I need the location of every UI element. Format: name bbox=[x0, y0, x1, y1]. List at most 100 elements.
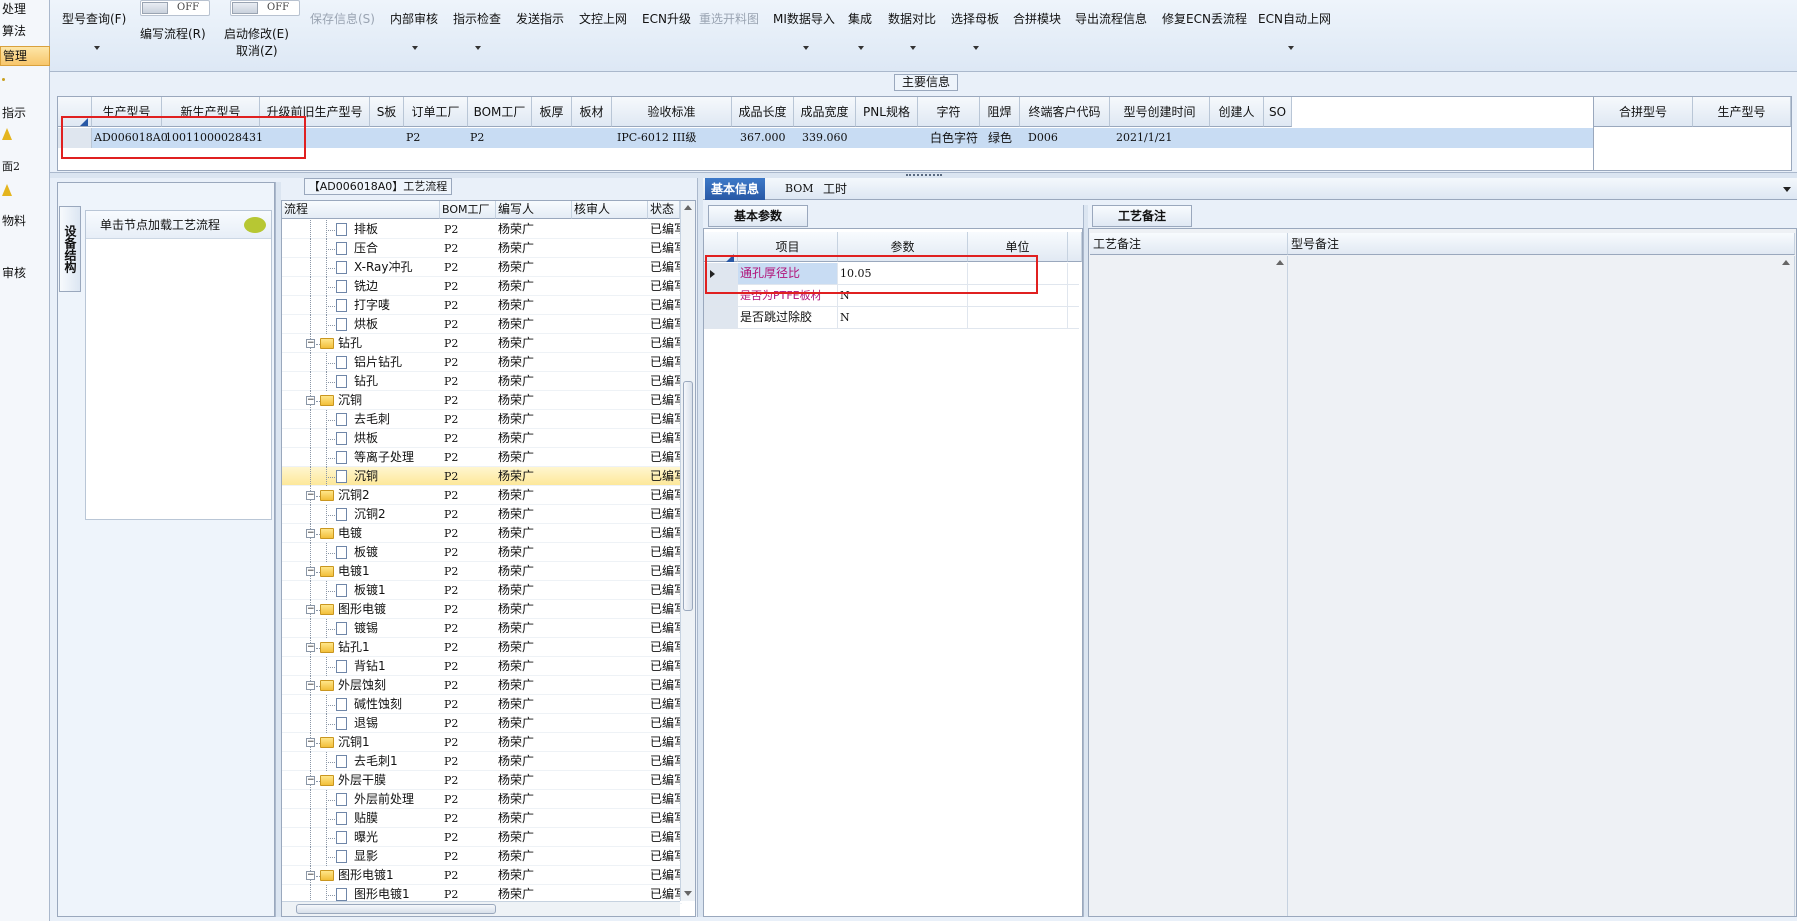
tree-row[interactable]: − 图形电镀1 P2 杨荣广 已编写 bbox=[282, 866, 682, 885]
structure-tab[interactable]: 设备结构 bbox=[59, 206, 81, 292]
column-header-bom-factory[interactable]: BOM工厂 bbox=[440, 201, 496, 219]
new-prod-model-cell[interactable]: 10011000028431 bbox=[165, 128, 263, 148]
collapse-icon[interactable]: − bbox=[306, 396, 315, 405]
column-header[interactable]: 创建人 bbox=[1210, 97, 1264, 127]
tree-row[interactable]: 烘板 P2 杨荣广 已编写 bbox=[282, 429, 682, 448]
table-row[interactable]: 通孔厚径比 10.05 bbox=[704, 263, 1079, 285]
column-header[interactable]: 板材 bbox=[572, 97, 612, 127]
column-header[interactable]: 板厚 bbox=[532, 97, 572, 127]
nav-item-review[interactable]: 审核 bbox=[0, 264, 50, 282]
acceptance-cell[interactable]: IPC-6012 III级 bbox=[617, 128, 696, 148]
column-header-item[interactable]: 项目 bbox=[738, 232, 838, 262]
integrate-button[interactable]: 集成 bbox=[848, 10, 872, 27]
tree-row[interactable]: 外层前处理 P2 杨荣广 已编写 bbox=[282, 790, 682, 809]
column-header[interactable]: 生产型号 bbox=[92, 97, 162, 127]
column-header[interactable]: 阻焊 bbox=[980, 97, 1020, 127]
mi-data-import-button[interactable]: MI数据导入 bbox=[773, 10, 835, 27]
chevron-down-icon[interactable] bbox=[94, 46, 100, 50]
tree-row[interactable]: 钻孔 P2 杨荣广 已编写 bbox=[282, 372, 682, 391]
fix-ecn-lost-flow-button[interactable]: 修复ECN丢流程 bbox=[1162, 10, 1247, 27]
tree-row[interactable]: 显影 P2 杨荣广 已编写 bbox=[282, 847, 682, 866]
collapse-icon[interactable]: − bbox=[306, 567, 315, 576]
column-header[interactable]: SO bbox=[1264, 97, 1292, 127]
nav-item-algorithm[interactable]: 算法 bbox=[0, 22, 50, 40]
ecn-upgrade-button[interactable]: ECN升级 bbox=[642, 10, 691, 27]
collapse-icon[interactable]: − bbox=[306, 529, 315, 538]
collapse-icon[interactable]: − bbox=[306, 738, 315, 747]
param-value-cell[interactable]: N bbox=[838, 307, 968, 328]
tree-row[interactable]: 板镀 P2 杨荣广 已编写 bbox=[282, 543, 682, 562]
tree-row[interactable]: 去毛刺 P2 杨荣广 已编写 bbox=[282, 410, 682, 429]
tree-row[interactable]: − 沉铜2 P2 杨荣广 已编写 bbox=[282, 486, 682, 505]
nav-item-material[interactable]: 物料 bbox=[0, 212, 50, 230]
tree-row[interactable]: − 电镀1 P2 杨荣广 已编写 bbox=[282, 562, 682, 581]
chevron-down-icon[interactable] bbox=[858, 46, 864, 50]
horizontal-scrollbar[interactable] bbox=[282, 901, 680, 916]
created-cell[interactable]: 2021/1/21 bbox=[1116, 128, 1172, 148]
param-item-cell[interactable]: 是否跳过除胶 bbox=[738, 307, 838, 328]
chevron-down-icon[interactable] bbox=[803, 46, 809, 50]
prod-model-cell[interactable]: AD006018A0 bbox=[94, 128, 168, 148]
column-header-status[interactable]: 状态 bbox=[648, 201, 680, 219]
tree-row[interactable]: 沉铜2 P2 杨荣广 已编写 bbox=[282, 505, 682, 524]
tree-row[interactable]: 背钻1 P2 杨荣广 已编写 bbox=[282, 657, 682, 676]
tree-row[interactable]: 曝光 P2 杨荣广 已编写 bbox=[282, 828, 682, 847]
column-header[interactable]: PNL规格 bbox=[856, 97, 918, 127]
column-header-flow[interactable]: 流程 bbox=[282, 201, 440, 219]
solder-mask-cell[interactable]: 绿色 bbox=[988, 128, 1012, 148]
tree-row[interactable]: 退锡 P2 杨荣广 已编写 bbox=[282, 714, 682, 733]
column-header[interactable]: 终端客户代码 bbox=[1020, 97, 1110, 127]
tree-row[interactable]: 压合 P2 杨荣广 已编写 bbox=[282, 239, 682, 258]
data-compare-button[interactable]: 数据对比 bbox=[888, 10, 936, 27]
collapse-icon[interactable]: − bbox=[306, 681, 315, 690]
export-flow-info-button[interactable]: 导出流程信息 bbox=[1075, 10, 1147, 27]
model-remark-textarea[interactable] bbox=[1288, 256, 1795, 916]
tree-row[interactable]: 沉铜 P2 杨荣广 已编写 bbox=[282, 467, 682, 486]
ecn-auto-upload-button[interactable]: ECN自动上网 bbox=[1258, 10, 1331, 27]
scroll-up-icon[interactable] bbox=[1782, 260, 1790, 265]
scroll-down-icon[interactable] bbox=[684, 891, 692, 896]
column-header[interactable]: 成品长度 bbox=[732, 97, 794, 127]
order-factory-cell[interactable]: P2 bbox=[406, 128, 420, 148]
tree-row[interactable]: − 钻孔1 P2 杨荣广 已编写 bbox=[282, 638, 682, 657]
cancel-button[interactable]: 取消(Z) bbox=[236, 42, 278, 59]
column-header[interactable]: 生产型号 bbox=[1693, 97, 1791, 127]
tree-row[interactable]: 等离子处理 P2 杨荣广 已编写 bbox=[282, 448, 682, 467]
tree-row[interactable]: − 沉铜1 P2 杨荣广 已编写 bbox=[282, 733, 682, 752]
collapse-icon[interactable]: − bbox=[306, 491, 315, 500]
instruction-check-button[interactable]: 指示检查 bbox=[453, 10, 501, 27]
write-flow-button[interactable]: 编写流程(R) bbox=[140, 25, 206, 42]
chevron-down-icon[interactable] bbox=[910, 46, 916, 50]
write-flow-toggle[interactable]: OFF bbox=[140, 0, 210, 16]
collapse-icon[interactable]: − bbox=[306, 776, 315, 785]
reselect-cut-chart-button[interactable]: 重选开料图 bbox=[699, 10, 759, 27]
column-header[interactable]: 验收标准 bbox=[612, 97, 732, 127]
silkscreen-cell[interactable]: 白色字符 bbox=[930, 128, 978, 148]
scroll-up-icon[interactable] bbox=[684, 205, 692, 210]
tree-row[interactable]: − 图形电镀 P2 杨荣广 已编写 bbox=[282, 600, 682, 619]
select-mother-board-button[interactable]: 选择母板 bbox=[951, 10, 999, 27]
tree-row[interactable]: 贴膜 P2 杨荣广 已编写 bbox=[282, 809, 682, 828]
tree-row[interactable]: − 电镀 P2 杨荣广 已编写 bbox=[282, 524, 682, 543]
length-cell[interactable]: 367.000 bbox=[740, 128, 786, 148]
tab-work-hours[interactable]: 工时 bbox=[817, 178, 853, 200]
column-header[interactable]: S板 bbox=[370, 97, 404, 127]
start-modify-toggle[interactable]: OFF bbox=[230, 0, 300, 16]
column-header[interactable]: 升级前旧生产型号 bbox=[260, 97, 370, 127]
tree-row[interactable]: 碱性蚀刻 P2 杨荣广 已编写 bbox=[282, 695, 682, 714]
param-item-cell[interactable]: 是否为PTFE板材 bbox=[738, 285, 838, 306]
nav-item-process[interactable]: 处理 bbox=[0, 0, 50, 18]
chevron-down-icon[interactable] bbox=[973, 46, 979, 50]
chevron-down-icon[interactable] bbox=[475, 46, 481, 50]
tree-row[interactable]: − 沉铜 P2 杨荣广 已编写 bbox=[282, 391, 682, 410]
column-header-value[interactable]: 参数 bbox=[838, 232, 968, 262]
doc-upload-button[interactable]: 文控上网 bbox=[579, 10, 627, 27]
row-selector[interactable] bbox=[58, 128, 92, 148]
tree-row[interactable]: − 钻孔 P2 杨荣广 已编写 bbox=[282, 334, 682, 353]
param-unit-cell[interactable] bbox=[968, 263, 1068, 284]
scroll-up-icon[interactable] bbox=[1276, 260, 1284, 265]
row-selector[interactable] bbox=[704, 263, 738, 284]
customer-code-cell[interactable]: D006 bbox=[1028, 128, 1058, 148]
nav-item-management[interactable]: 管理 bbox=[0, 46, 50, 66]
row-selector[interactable] bbox=[704, 307, 738, 328]
